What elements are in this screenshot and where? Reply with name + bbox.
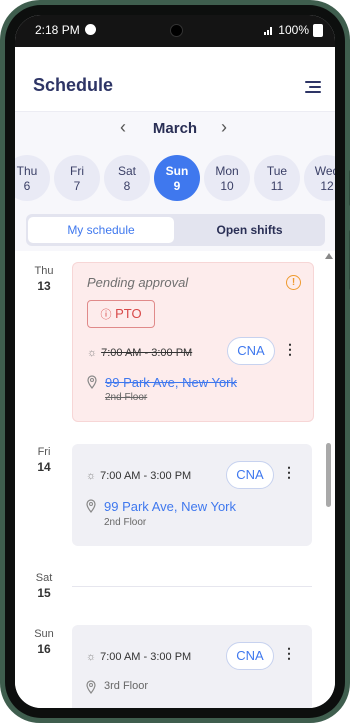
shift-time: ☼ 7:00 AM - 3:00 PM: [86, 470, 191, 482]
empty-day-divider: [72, 586, 312, 587]
day-date: 8: [123, 179, 131, 193]
spotify-icon: [85, 24, 96, 35]
phone-frame: 2:18 PM 100% Schedule ‹ March › Thu 6 Fr…: [0, 0, 350, 723]
tab-my-schedule[interactable]: My schedule: [28, 217, 174, 243]
app-header: Schedule: [15, 47, 335, 112]
day-date: 12: [320, 179, 334, 193]
day-label-thu: Thu 13: [29, 265, 59, 293]
more-options-icon[interactable]: ⋮: [282, 645, 296, 662]
day-date: 11: [270, 179, 284, 193]
day-name: Sat: [117, 164, 136, 178]
more-options-icon[interactable]: ⋮: [282, 464, 296, 481]
scrollbar-thumb[interactable]: [326, 443, 331, 507]
location-pin-icon: [87, 375, 97, 389]
day-label-date: 13: [37, 279, 51, 293]
more-options-icon[interactable]: ⋮: [283, 341, 297, 358]
day-name: Mon: [215, 164, 239, 178]
schedule-tabs: My schedule Open shifts: [26, 214, 325, 246]
pto-label: PTO: [115, 306, 142, 321]
day-label-name: Fri: [37, 446, 51, 458]
day-label-name: Thu: [34, 265, 54, 277]
day-label-date: 14: [37, 460, 51, 474]
pending-status: Pending approval: [87, 275, 189, 290]
shift-floor: 2nd Floor: [104, 517, 147, 528]
day-label-sun: Sun 16: [29, 628, 59, 656]
scroll-up-arrow-icon[interactable]: [325, 253, 333, 259]
day-name: Thu: [16, 164, 38, 178]
shift-address-link[interactable]: 99 Park Ave, New York: [105, 375, 237, 390]
camera-cutout: [170, 24, 183, 37]
tab-open-shifts[interactable]: Open shifts: [176, 217, 323, 243]
page-title: Schedule: [33, 75, 114, 95]
battery-icon: [313, 23, 323, 37]
shift-card[interactable]: ☼ 7:00 AM - 3:00 PM CNA ⋮ 3rd Floor: [72, 625, 312, 708]
day-name: Sun: [165, 164, 189, 178]
role-badge-cna: CNA: [227, 337, 275, 365]
signal-icon: [264, 27, 273, 35]
shift-address-link[interactable]: 99 Park Ave, New York: [104, 499, 236, 514]
day-sat-8[interactable]: Sat 8: [104, 155, 150, 201]
hamburger-menu-icon[interactable]: [305, 81, 321, 93]
alert-circle-icon: ⓘ: [100, 309, 112, 321]
status-bar: 2:18 PM 100%: [15, 15, 335, 47]
day-date: 9: [173, 179, 181, 193]
day-date: 6: [23, 179, 31, 193]
shift-card[interactable]: ☼ 7:00 AM - 3:00 PM CNA ⋮ 99 Park Ave, Ne…: [72, 444, 312, 546]
sun-icon: ☼: [87, 347, 98, 359]
warning-icon[interactable]: !: [286, 275, 301, 290]
shift-time: ☼ 7:00 AM - 3:00 PM: [87, 347, 192, 359]
day-sun-9-selected[interactable]: Sun 9: [154, 155, 200, 201]
day-strip: Thu6 Fri7 Sat8 Sun9 Mon10 Tue11 Wed12: [15, 155, 335, 205]
shift-time: ☼ 7:00 AM - 3:00 PM: [86, 651, 191, 663]
shift-time-text: 7:00 AM - 3:00 PM: [100, 470, 192, 482]
day-label-sat: Sat 15: [29, 572, 59, 600]
day-label-date: 16: [37, 642, 51, 656]
day-label-name: Sun: [34, 628, 54, 640]
day-name: Fri: [70, 164, 84, 178]
day-label-date: 15: [37, 586, 51, 600]
status-right: 100%: [264, 23, 323, 37]
day-tue-11[interactable]: Tue 11: [254, 155, 300, 201]
day-date: 7: [73, 179, 81, 193]
location-pin-icon: [86, 680, 96, 694]
chevron-right-icon[interactable]: ›: [221, 117, 227, 138]
month-navigator: ‹ March ›: [15, 115, 335, 145]
location-pin-icon: [86, 499, 96, 513]
day-fri-7[interactable]: Fri 7: [54, 155, 100, 201]
day-thu-6[interactable]: Thu 6: [15, 155, 50, 201]
shift-time-text: 7:00 AM - 3:00 PM: [101, 347, 193, 359]
role-badge-cna: CNA: [226, 461, 274, 489]
shift-list[interactable]: Thu 13 Pending approval ! ⓘ PTO ☼ 7:00 AM…: [15, 251, 335, 708]
sun-icon: ☼: [86, 651, 97, 663]
battery-percent: 100%: [278, 23, 309, 37]
day-date: 10: [220, 179, 234, 193]
day-name: Wed: [314, 164, 335, 178]
shift-time-text: 7:00 AM - 3:00 PM: [100, 651, 192, 663]
shift-floor: 2nd Floor: [105, 392, 148, 403]
day-label-name: Sat: [35, 572, 53, 584]
shift-floor: 3rd Floor: [104, 680, 149, 692]
status-time: 2:18 PM: [35, 23, 80, 37]
day-wed-12[interactable]: Wed12: [304, 155, 335, 201]
pto-badge: ⓘ PTO: [87, 300, 155, 328]
day-label-fri: Fri 14: [29, 446, 59, 474]
screen: 2:18 PM 100% Schedule ‹ March › Thu 6 Fr…: [15, 15, 335, 708]
day-mon-10[interactable]: Mon 10: [204, 155, 250, 201]
sun-icon: ☼: [86, 470, 97, 482]
day-name: Tue: [266, 164, 288, 178]
shift-card-pending[interactable]: Pending approval ! ⓘ PTO ☼ 7:00 AM - 3:00…: [72, 262, 314, 422]
role-badge-cna: CNA: [226, 642, 274, 670]
month-label: March: [152, 120, 198, 137]
